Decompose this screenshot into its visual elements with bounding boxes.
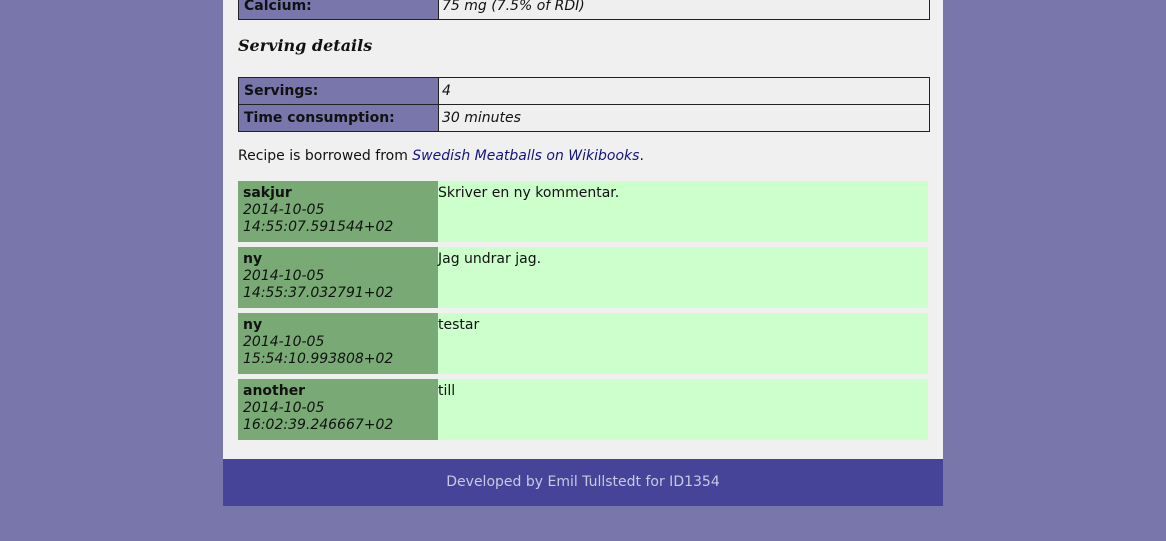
comment-text: testar [438, 313, 928, 374]
comment: sakjur 2014-10-05 14:55:07.591544+02 Skr… [238, 181, 928, 242]
servings-value: 4 [438, 77, 930, 105]
serving-details-heading: Serving details [238, 36, 373, 55]
recipe-content: Calcium: 75 mg (7.5% of RDI) Serving det… [223, 0, 943, 459]
comment-date: 2014-10-05 16:02:39.246667+02 [243, 400, 394, 433]
comment-meta: another 2014-10-05 16:02:39.246667+02 [238, 379, 438, 440]
comment-author: another [243, 383, 306, 399]
wikibooks-source-link[interactable]: Swedish Meatballs on Wikibooks [412, 148, 639, 164]
comment-text: till [438, 379, 928, 440]
comment-date: 2014-10-05 14:55:07.591544+02 [243, 202, 394, 235]
table-row: Calcium: 75 mg (7.5% of RDI) [238, 0, 930, 20]
comment-meta: ny 2014-10-05 14:55:37.032791+02 [238, 247, 438, 308]
comment-meta: sakjur 2014-10-05 14:55:07.591544+02 [238, 181, 438, 242]
comment-list: sakjur 2014-10-05 14:55:07.591544+02 Skr… [238, 181, 928, 445]
time-consumption-value: 30 minutes [438, 104, 930, 132]
nutrition-value: 75 mg (7.5% of RDI) [438, 0, 930, 20]
footer-credit: Developed by Emil Tullstedt for ID1354 [446, 474, 720, 490]
comment-author: ny [243, 251, 263, 267]
comment: ny 2014-10-05 15:54:10.993808+02 testar [238, 313, 928, 374]
table-row: Servings: 4 [238, 77, 930, 105]
servings-label: Servings: [238, 77, 439, 105]
comment: another 2014-10-05 16:02:39.246667+02 ti… [238, 379, 928, 440]
source-suffix: . [639, 148, 644, 164]
comment-text: Skriver en ny kommentar. [438, 181, 928, 242]
comment-text: Jag undrar jag. [438, 247, 928, 308]
comment-date: 2014-10-05 15:54:10.993808+02 [243, 334, 394, 367]
page-footer: Developed by Emil Tullstedt for ID1354 [223, 459, 943, 506]
nutrition-label: Calcium: [238, 0, 439, 20]
comment-author: ny [243, 317, 263, 333]
comment: ny 2014-10-05 14:55:37.032791+02 Jag und… [238, 247, 928, 308]
table-row: Time consumption: 30 minutes [238, 104, 930, 132]
time-consumption-label: Time consumption: [238, 104, 439, 132]
serving-table: Servings: 4 Time consumption: 30 minutes [238, 77, 930, 132]
comment-author: sakjur [243, 185, 292, 201]
nutrition-table: Calcium: 75 mg (7.5% of RDI) [238, 0, 930, 20]
source-line: Recipe is borrowed from Swedish Meatball… [238, 148, 644, 164]
comment-meta: ny 2014-10-05 15:54:10.993808+02 [238, 313, 438, 374]
source-prefix: Recipe is borrowed from [238, 148, 413, 164]
comment-date: 2014-10-05 14:55:37.032791+02 [243, 268, 394, 301]
